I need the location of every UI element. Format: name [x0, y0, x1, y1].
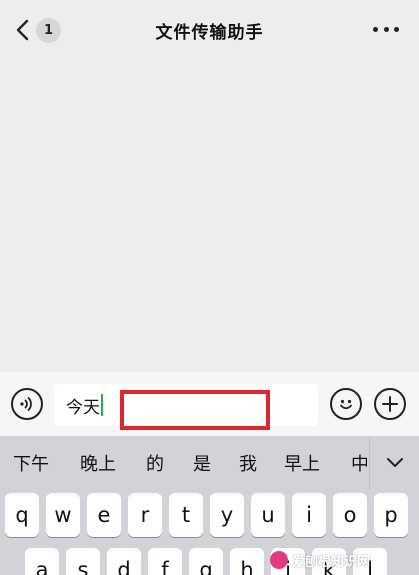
emoji-button[interactable]	[330, 388, 362, 420]
key-g[interactable]: g	[189, 548, 223, 575]
key-i[interactable]: i	[292, 493, 326, 537]
candidate-item[interactable]: 的	[146, 450, 164, 476]
more-button[interactable]	[373, 22, 399, 36]
key-h[interactable]: h	[230, 548, 264, 575]
text-caret	[101, 394, 103, 416]
candidate-item[interactable]: 下午	[13, 450, 49, 476]
key-t[interactable]: t	[169, 493, 203, 537]
key-d[interactable]: d	[107, 548, 141, 575]
highlight-box	[120, 390, 270, 430]
key-a[interactable]: a	[25, 548, 59, 575]
key-q[interactable]: q	[5, 493, 39, 537]
candidate-bar: 下午 晚上 的 是 我 早上 中	[0, 436, 419, 490]
key-p[interactable]: p	[374, 493, 408, 537]
nav-header: 1 文件传输助手	[0, 0, 419, 60]
plus-icon	[382, 396, 398, 412]
emoji-icon	[340, 399, 352, 410]
plus-button[interactable]	[374, 388, 406, 420]
chevron-down-icon	[386, 458, 403, 467]
candidate-item[interactable]: 早上	[284, 450, 320, 476]
candidate-item[interactable]: 晚上	[80, 450, 116, 476]
input-text: 今天	[66, 397, 100, 418]
more-icon	[373, 26, 378, 32]
candidate-item[interactable]: 我	[239, 450, 257, 476]
key-u[interactable]: u	[251, 493, 285, 537]
chat-message-area[interactable]	[0, 60, 419, 372]
candidate-item[interactable]: 中	[351, 450, 367, 476]
key-o[interactable]: o	[333, 493, 367, 537]
watermark-text: 爱刨根知识网	[292, 554, 371, 570]
page-title: 文件传输助手	[155, 23, 264, 43]
voice-button[interactable]	[11, 388, 43, 420]
key-e[interactable]: e	[87, 493, 121, 537]
candidate-item[interactable]: 是	[193, 450, 211, 476]
key-s[interactable]: s	[66, 548, 100, 575]
key-f[interactable]: f	[148, 548, 182, 575]
watermark-logo-icon	[270, 551, 288, 569]
key-w[interactable]: w	[46, 493, 80, 537]
key-r[interactable]: r	[128, 493, 162, 537]
expand-candidates-button[interactable]	[369, 436, 419, 490]
voice-icon	[20, 397, 32, 411]
watermark: 爱刨根知识网	[270, 548, 416, 572]
key-y[interactable]: y	[210, 493, 244, 537]
